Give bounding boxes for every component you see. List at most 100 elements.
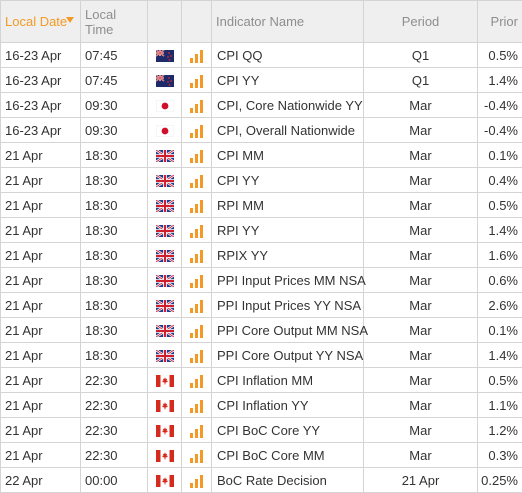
cell-period: 21 Apr [363, 467, 478, 493]
column-header-prior[interactable]: Prior [477, 0, 522, 43]
table-row[interactable]: 21 Apr 18:30 CPI YY Mar 0.4% [0, 167, 522, 193]
column-header-period[interactable]: Period [363, 0, 478, 43]
cell-indicator-name[interactable]: PPI Core Output YY NSA [211, 342, 364, 368]
cell-period: Mar [363, 217, 478, 243]
cell-country [147, 167, 182, 193]
cell-indicator-name[interactable]: CPI Inflation MM [211, 367, 364, 393]
table-row[interactable]: 21 Apr 22:30 CPI BoC Core YY Mar 1.2% [0, 417, 522, 443]
importance-bars-icon [189, 374, 204, 388]
cell-indicator-name[interactable]: CPI YY [211, 67, 364, 93]
cell-indicator-name[interactable]: CPI, Core Nationwide YY [211, 92, 364, 118]
cell-period: Mar [363, 317, 478, 343]
cell-local-date: 21 Apr [0, 292, 81, 318]
cell-indicator-name[interactable]: CPI Inflation YY [211, 392, 364, 418]
importance-bars-icon [189, 449, 204, 463]
table-row[interactable]: 22 Apr 00:00 BoC Rate Decision 21 Apr 0.25% [0, 467, 522, 493]
cell-country [147, 217, 182, 243]
table-row[interactable]: 21 Apr 18:30 RPI MM Mar 0.5% [0, 192, 522, 218]
cell-indicator-name[interactable]: RPI YY [211, 217, 364, 243]
cell-local-date: 21 Apr [0, 167, 81, 193]
column-header-local-time[interactable]: Local Time [80, 0, 148, 43]
cell-local-time: 09:30 [80, 92, 148, 118]
cell-local-time: 18:30 [80, 292, 148, 318]
cell-local-time: 18:30 [80, 267, 148, 293]
cell-local-time: 22:30 [80, 442, 148, 468]
cell-importance [181, 217, 212, 243]
cell-indicator-name[interactable]: CPI, Overall Nationwide [211, 117, 364, 143]
cell-prior: 0.5% [477, 42, 522, 68]
table-row[interactable]: 21 Apr 18:30 PPI Core Output YY NSA Mar 1.4% [0, 342, 522, 368]
importance-bars-icon [189, 174, 204, 188]
column-header-local-date[interactable]: Local Date [0, 0, 81, 43]
cell-indicator-name[interactable]: RPI MM [211, 192, 364, 218]
cell-indicator-name[interactable]: PPI Core Output MM NSA [211, 317, 368, 343]
cell-indicator-name[interactable]: CPI MM [211, 142, 364, 168]
cell-local-date: 21 Apr [0, 442, 81, 468]
cell-period: Mar [363, 292, 478, 318]
cell-indicator-name[interactable]: CPI QQ [211, 42, 364, 68]
cell-prior: 1.4% [477, 342, 522, 368]
importance-bars-icon [189, 424, 204, 438]
ca-flag-icon [155, 375, 174, 388]
cell-local-time: 22:30 [80, 417, 148, 443]
column-header-indicator-name[interactable]: Indicator Name [211, 0, 364, 43]
cell-prior: 1.6% [477, 242, 522, 268]
cell-local-date: 21 Apr [0, 217, 81, 243]
jp-flag-icon [155, 125, 174, 138]
cell-local-time: 22:30 [80, 367, 148, 393]
cell-prior: 0.1% [477, 317, 522, 343]
cell-prior: -0.4% [477, 117, 522, 143]
table-row[interactable]: 21 Apr 18:30 CPI MM Mar 0.1% [0, 142, 522, 168]
importance-bars-icon [189, 74, 204, 88]
cell-local-date: 21 Apr [0, 367, 81, 393]
uk-flag-icon [155, 175, 174, 188]
cell-indicator-name[interactable]: CPI BoC Core MM [211, 442, 364, 468]
column-header-label: Prior [490, 14, 518, 29]
cell-importance [181, 442, 212, 468]
table-row[interactable]: 21 Apr 18:30 RPI YY Mar 1.4% [0, 217, 522, 243]
table-row[interactable]: 21 Apr 22:30 CPI Inflation MM Mar 0.5% [0, 367, 522, 393]
table-row[interactable]: 21 Apr 22:30 CPI BoC Core MM Mar 0.3% [0, 442, 522, 468]
cell-indicator-name[interactable]: CPI BoC Core YY [211, 417, 364, 443]
importance-bars-icon [189, 124, 204, 138]
uk-flag-icon [155, 200, 174, 213]
table-row[interactable]: 16-23 Apr 07:45 CPI QQ Q1 0.5% [0, 42, 522, 68]
cell-indicator-name[interactable]: RPIX YY [211, 242, 364, 268]
table-body: 16-23 Apr 07:45 CPI QQ Q1 0.5% 16-23 Apr 07:45… [0, 42, 522, 493]
cell-local-date: 21 Apr [0, 142, 81, 168]
cell-importance [181, 417, 212, 443]
importance-bars-icon [189, 99, 204, 113]
cell-period: Mar [363, 167, 478, 193]
cell-local-date: 16-23 Apr [0, 117, 81, 143]
cell-importance [181, 292, 212, 318]
column-header-label: Local Date [5, 14, 68, 29]
table-row[interactable]: 21 Apr 18:30 PPI Input Prices YY NSA Mar 2.6… [0, 292, 522, 318]
cell-prior: 0.25% [477, 467, 522, 493]
table-row[interactable]: 21 Apr 22:30 CPI Inflation YY Mar 1.1% [0, 392, 522, 418]
column-header-importance [181, 0, 212, 43]
table-row[interactable]: 21 Apr 18:30 RPIX YY Mar 1.6% [0, 242, 522, 268]
cell-country [147, 267, 182, 293]
cell-country [147, 67, 182, 93]
cell-prior: 0.4% [477, 167, 522, 193]
table-row[interactable]: 21 Apr 18:30 PPI Core Output MM NSA Mar 0.1% [0, 317, 522, 343]
nz-flag-icon [155, 50, 174, 63]
cell-prior: 0.3% [477, 442, 522, 468]
importance-bars-icon [189, 274, 204, 288]
cell-prior: 0.5% [477, 192, 522, 218]
column-header-country [147, 0, 182, 43]
cell-indicator-name[interactable]: PPI Input Prices YY NSA [211, 292, 364, 318]
table-row[interactable]: 16-23 Apr 09:30 CPI, Core Nationwide YY Mar… [0, 92, 522, 118]
column-header-label: Local Time [85, 6, 117, 37]
cell-local-date: 21 Apr [0, 267, 81, 293]
cell-indicator-name[interactable]: BoC Rate Decision [211, 467, 364, 493]
cell-indicator-name[interactable]: PPI Input Prices MM NSA [211, 267, 366, 293]
cell-prior: 2.6% [477, 292, 522, 318]
cell-importance [181, 192, 212, 218]
importance-bars-icon [189, 49, 204, 63]
table-row[interactable]: 21 Apr 18:30 PPI Input Prices MM NSA Mar 0.6… [0, 267, 522, 293]
cell-indicator-name[interactable]: CPI YY [211, 167, 364, 193]
importance-bars-icon [189, 249, 204, 263]
table-row[interactable]: 16-23 Apr 09:30 CPI, Overall Nationwide Mar… [0, 117, 522, 143]
table-row[interactable]: 16-23 Apr 07:45 CPI YY Q1 1.4% [0, 67, 522, 93]
